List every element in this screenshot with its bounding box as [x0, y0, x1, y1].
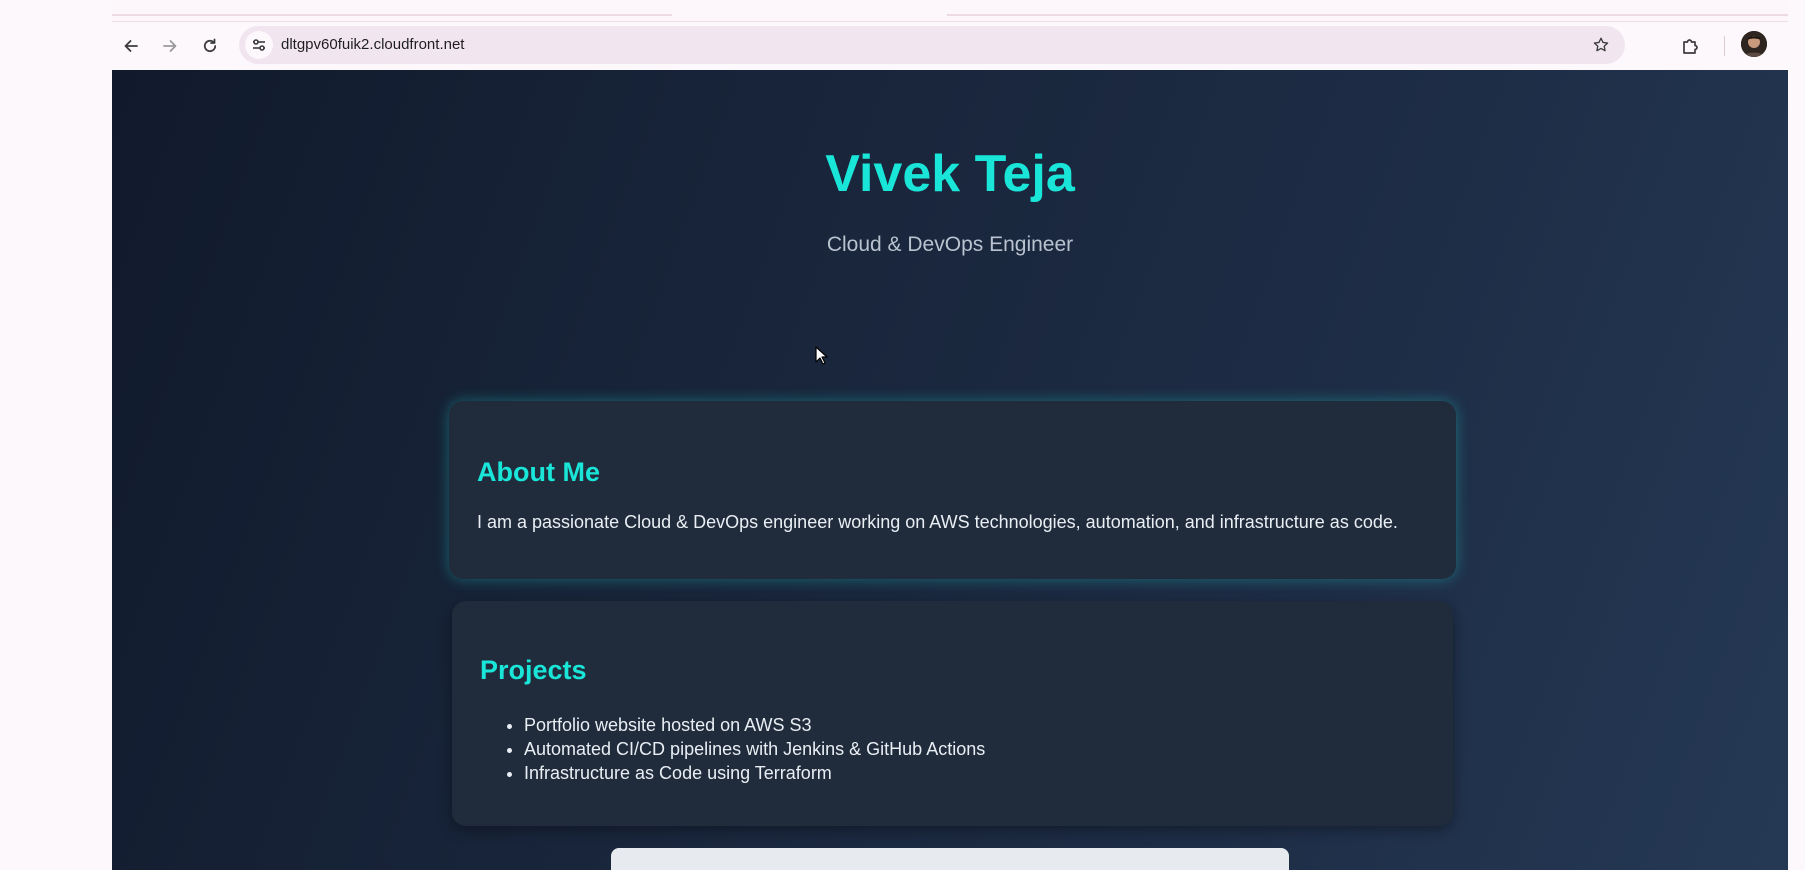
puzzle-icon — [1683, 39, 1698, 54]
about-heading: About Me — [477, 457, 600, 487]
list-item: Infrastructure as Code using Terraform — [524, 761, 985, 785]
list-item: Portfolio website hosted on AWS S3 — [524, 713, 985, 737]
arrow-right-icon — [163, 40, 177, 52]
star-icon — [1593, 37, 1609, 52]
reload-icon — [203, 38, 217, 53]
projects-heading: Projects — [480, 655, 587, 685]
list-item: Automated CI/CD pipelines with Jenkins &… — [524, 737, 985, 761]
tune-icon — [253, 39, 265, 51]
tab-strip — [112, 0, 1788, 22]
window-right-gutter — [1788, 0, 1805, 870]
toolbar-divider — [1724, 36, 1725, 56]
profile-avatar[interactable] — [1741, 31, 1767, 57]
browser-toolbar: dltgpv60fuik2.cloudfront.net — [112, 22, 1788, 70]
bottom-card — [611, 848, 1289, 870]
bookmark-button[interactable] — [1589, 33, 1613, 57]
avatar-icon — [1741, 31, 1767, 57]
arrow-left-icon — [124, 40, 138, 52]
extensions-button[interactable] — [1674, 30, 1706, 62]
address-bar[interactable]: dltgpv60fuik2.cloudfront.net — [239, 26, 1625, 64]
reload-button[interactable] — [194, 30, 226, 62]
window-left-gutter — [0, 0, 112, 870]
hero-section: Vivek Teja Cloud & DevOps Engineer — [112, 70, 1788, 350]
url-text[interactable]: dltgpv60fuik2.cloudfront.net — [281, 26, 464, 64]
tab-divider — [947, 14, 1788, 16]
page-title: Vivek Teja — [825, 145, 1075, 203]
tab-divider — [112, 14, 672, 16]
back-button[interactable] — [115, 30, 147, 62]
page-subtitle: Cloud & DevOps Engineer — [826, 233, 1074, 256]
about-text: I am a passionate Cloud & DevOps enginee… — [477, 512, 1398, 532]
forward-button[interactable] — [154, 30, 186, 62]
about-card: About Me I am a passionate Cloud & DevOp… — [449, 401, 1456, 579]
site-info-button[interactable] — [245, 31, 273, 59]
page-viewport: Vivek Teja Cloud & DevOps Engineer About… — [112, 70, 1788, 870]
projects-list: Portfolio website hosted on AWS S3 Autom… — [524, 713, 985, 785]
mouse-cursor-icon — [815, 346, 828, 365]
projects-card: Projects Portfolio website hosted on AWS… — [452, 601, 1453, 826]
